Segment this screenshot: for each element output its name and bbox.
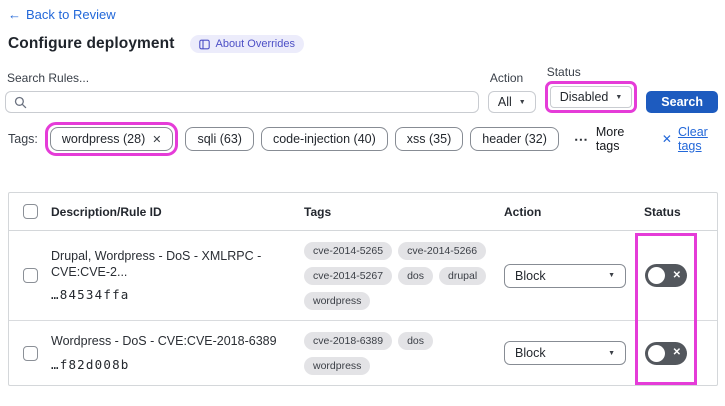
clear-tags-button[interactable]: ✕ Clear tags xyxy=(662,125,725,153)
tags-cell: cve-2018-6389 dos wordpress xyxy=(304,331,504,375)
back-arrow-icon: ← xyxy=(8,7,21,22)
tags-row: Tags: wordpress (28) ✕ sqli (63) code-in… xyxy=(8,122,725,156)
description-cell: Drupal, Wordpress - DoS - XMLRPC - CVE:C… xyxy=(51,249,304,302)
filter-row: Search Rules... Action All ▼ Status Disa… xyxy=(5,65,718,113)
search-rules-label: Search Rules... xyxy=(7,71,90,85)
column-header-status: Status xyxy=(644,204,681,219)
row-checkbox-cell xyxy=(9,268,51,283)
action-label: Action xyxy=(489,71,524,85)
back-link-label: Back to Review xyxy=(26,7,116,22)
chevron-down-icon: ▼ xyxy=(608,349,615,357)
rule-tag: cve-2014-5266 xyxy=(398,241,487,260)
status-select-value: Disabled xyxy=(559,90,609,104)
row-checkbox[interactable] xyxy=(22,345,38,361)
about-overrides-label: About Overrides xyxy=(215,38,295,50)
clear-tags-label: Clear tags xyxy=(677,125,708,153)
description-cell: Wordpress - DoS - CVE:CVE-2018-6389 …f82… xyxy=(51,334,304,372)
rule-tag: dos xyxy=(398,331,433,350)
action-cell: Block ▼ xyxy=(504,341,644,365)
toggle-off-icon: ✕ xyxy=(672,269,681,281)
status-cell: ✕ xyxy=(644,341,717,365)
chevron-down-icon: ▼ xyxy=(608,272,615,279)
search-rules-input[interactable] xyxy=(5,91,479,113)
rules-table: Description/Rule ID Tags Action Status D… xyxy=(8,192,718,386)
tag-filter-sqli[interactable]: sqli (63) xyxy=(185,127,254,151)
column-header-description: Description/Rule ID xyxy=(51,204,162,219)
rule-tag: cve-2014-5267 xyxy=(304,266,393,285)
rule-tag: cve-2018-6389 xyxy=(304,331,393,350)
action-filter-group: Action All ▼ xyxy=(487,71,536,113)
rule-description: Drupal, Wordpress - DoS - XMLRPC - CVE:C… xyxy=(51,248,262,279)
tag-filter-xss[interactable]: xss (35) xyxy=(394,127,464,151)
selected-tag-highlight: wordpress (28) ✕ xyxy=(44,122,179,156)
toggle-knob xyxy=(648,344,665,362)
remove-tag-icon[interactable]: ✕ xyxy=(152,133,161,146)
about-overrides-badge[interactable]: About Overrides xyxy=(190,35,304,53)
rule-tag: dos xyxy=(398,266,433,285)
chevron-down-icon: ▼ xyxy=(615,93,623,101)
rule-action-value: Block xyxy=(515,346,546,360)
select-all-checkbox[interactable] xyxy=(22,204,38,219)
table-row: Wordpress - DoS - CVE:CVE-2018-6389 …f82… xyxy=(9,321,717,385)
ellipsis-icon: ⋯ xyxy=(573,130,589,147)
chevron-down-icon: ▼ xyxy=(518,98,526,106)
close-icon: ✕ xyxy=(661,132,672,146)
action-select-value: All xyxy=(497,95,512,109)
tag-filter-wordpress[interactable]: wordpress (28) ✕ xyxy=(49,127,174,151)
rule-id: …f82d008b xyxy=(51,356,130,372)
status-filter-group: Status Disabled ▼ xyxy=(544,65,638,113)
rule-tag: wordpress xyxy=(304,291,371,310)
rule-tag: cve-2014-5265 xyxy=(304,241,393,260)
table-header-row: Description/Rule ID Tags Action Status xyxy=(9,193,717,231)
toggle-knob xyxy=(648,267,665,284)
book-icon xyxy=(199,39,211,50)
status-toggle[interactable]: ✕ xyxy=(645,264,687,287)
action-cell: Block ▼ xyxy=(504,263,644,288)
toggle-off-icon: ✕ xyxy=(672,347,681,358)
status-select[interactable]: Disabled ▼ xyxy=(549,86,633,108)
status-cell: ✕ xyxy=(644,264,717,287)
status-label: Status xyxy=(546,65,581,79)
page-title: Configure deployment xyxy=(8,35,175,52)
rule-description: Wordpress - DoS - CVE:CVE-2018-6389 xyxy=(51,334,277,349)
selected-tag-label: wordpress (28) xyxy=(61,132,146,146)
table-row: Drupal, Wordpress - DoS - XMLRPC - CVE:C… xyxy=(9,231,717,321)
more-tags-button[interactable]: ⋯ More tags xyxy=(574,125,641,153)
rule-action-select[interactable]: Block ▼ xyxy=(504,341,626,365)
rule-id: …84534ffa xyxy=(51,287,130,303)
tag-filter-code-injection[interactable]: code-injection (40) xyxy=(260,127,388,151)
search-group: Search Rules... xyxy=(5,71,479,113)
column-header-action: Action xyxy=(504,204,542,219)
tags-cell: cve-2014-5265 cve-2014-5266 cve-2014-526… xyxy=(304,241,504,310)
action-select[interactable]: All ▼ xyxy=(487,91,536,113)
search-button[interactable]: Search xyxy=(646,91,718,113)
rule-action-value: Block xyxy=(515,268,546,283)
tag-filter-header[interactable]: header (32) xyxy=(470,127,559,151)
configure-deployment-page: ← Back to Review Configure deployment Ab… xyxy=(0,0,725,406)
tags-label: Tags: xyxy=(8,132,38,146)
rule-tag: wordpress xyxy=(304,356,371,375)
rule-action-select[interactable]: Block ▼ xyxy=(504,263,626,288)
status-toggle[interactable]: ✕ xyxy=(645,341,687,365)
row-checkbox-cell xyxy=(9,345,51,361)
search-icon xyxy=(14,96,27,109)
rule-tag: drupal xyxy=(439,266,487,285)
title-row: Configure deployment About Overrides xyxy=(8,35,725,53)
select-all-cell xyxy=(9,204,51,219)
more-tags-label: More tags xyxy=(595,125,625,153)
status-filter-highlight: Disabled ▼ xyxy=(544,81,638,113)
back-to-review-link[interactable]: ← Back to Review xyxy=(8,7,116,22)
row-checkbox[interactable] xyxy=(22,268,38,283)
column-header-tags: Tags xyxy=(304,204,332,219)
